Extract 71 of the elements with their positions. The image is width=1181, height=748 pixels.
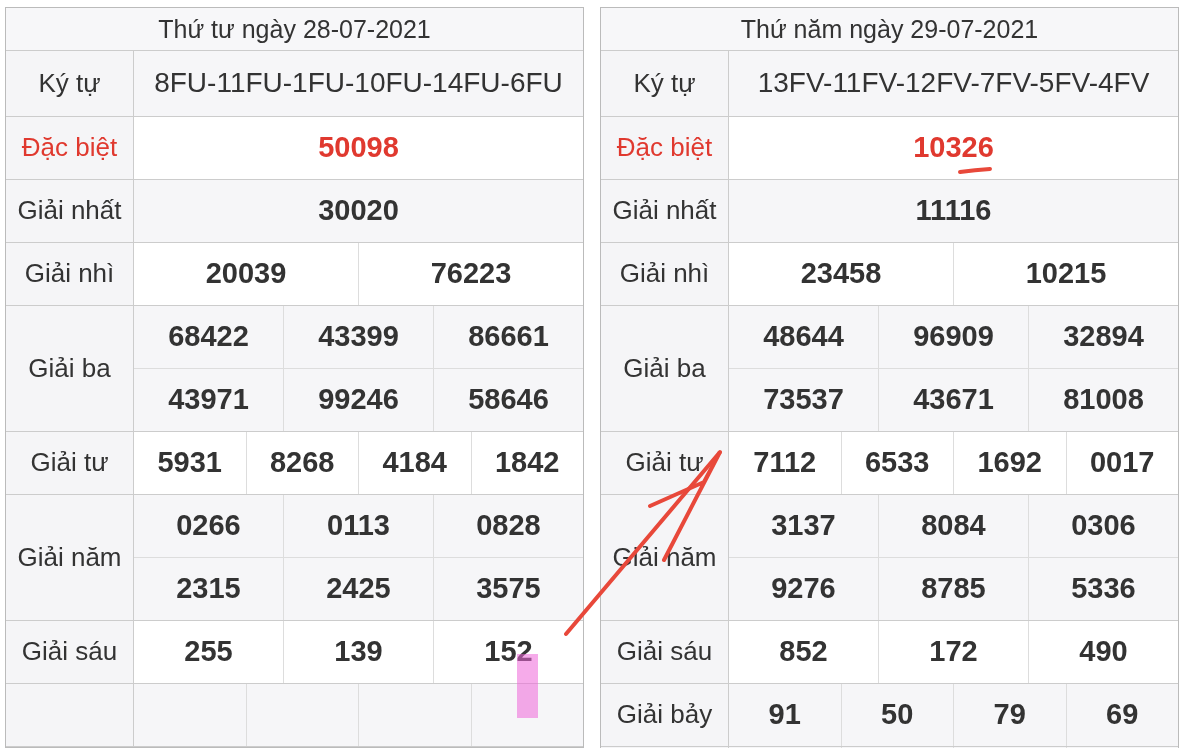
prize-number: 2425 bbox=[326, 574, 391, 604]
prize-number: 3137 bbox=[771, 511, 836, 541]
prize-number: 8268 bbox=[270, 448, 335, 478]
prize-number: 68422 bbox=[168, 322, 249, 352]
prize-label: Giải nhất bbox=[17, 195, 122, 227]
prize-number: 23458 bbox=[800, 259, 882, 289]
prize-label: Đặc biệt bbox=[21, 132, 118, 164]
prize-number: 79 bbox=[993, 700, 1026, 730]
prize-number: 1842 bbox=[495, 448, 560, 478]
prize-label: Giải ba bbox=[28, 352, 111, 384]
prize-number: 7112 bbox=[753, 448, 817, 478]
prize-number: 48644 bbox=[763, 322, 844, 352]
prize-number: 1692 bbox=[977, 448, 1042, 478]
date-header: Thứ năm ngày 29-07-2021 bbox=[601, 8, 1178, 51]
prize-number: 255 bbox=[184, 637, 233, 667]
prize-number: 32894 bbox=[1063, 322, 1144, 352]
prize-number: 91 bbox=[768, 700, 801, 730]
prize-number: 96909 bbox=[913, 322, 994, 352]
prize-label: Giải bảy bbox=[616, 699, 713, 731]
prize-number: 9276 bbox=[771, 574, 836, 604]
prize-number: 58646 bbox=[468, 385, 549, 415]
prize-number: 20039 bbox=[205, 259, 287, 289]
prize-label: Giải sáu bbox=[616, 636, 713, 668]
prize-number: 152 bbox=[484, 637, 533, 667]
prize-label: Giải năm bbox=[17, 541, 122, 573]
prize-number: 0017 bbox=[1090, 448, 1155, 478]
prize-number: 10215 bbox=[1025, 259, 1107, 289]
prize-number: 852 bbox=[779, 637, 828, 667]
prize-number: 50098 bbox=[318, 133, 399, 163]
prize-number: 81008 bbox=[1063, 385, 1144, 415]
prize-number: 43971 bbox=[168, 385, 249, 415]
underline-mark bbox=[958, 167, 992, 174]
prize-number: 8084 bbox=[921, 511, 986, 541]
prize-number: 69 bbox=[1106, 700, 1139, 730]
prize-number: 5336 bbox=[1071, 574, 1136, 604]
date-header: Thứ tư ngày 28-07-2021 bbox=[6, 8, 583, 51]
prize-number: 76223 bbox=[430, 259, 512, 289]
prize-number: 30020 bbox=[318, 196, 399, 226]
series-code: 8FU-11FU-1FU-10FU-14FU-6FU bbox=[154, 66, 563, 100]
prize-label: Giải ba bbox=[623, 352, 706, 384]
prize-label: Giải nhì bbox=[24, 258, 115, 290]
prize-number: 73537 bbox=[763, 385, 844, 415]
prize-number: 0266 bbox=[176, 511, 241, 541]
prize-number: 50 bbox=[881, 700, 914, 730]
prize-label: Ký tự bbox=[633, 67, 696, 99]
prize-number: 172 bbox=[929, 637, 978, 667]
prize-number: 2315 bbox=[176, 574, 241, 604]
prize-number: 43399 bbox=[318, 322, 399, 352]
prize-number: 8785 bbox=[921, 574, 986, 604]
prize-number: 99246 bbox=[318, 385, 399, 415]
prize-number: 5931 bbox=[157, 448, 222, 478]
prize-label: Đặc biệt bbox=[616, 132, 713, 164]
prize-number: 43671 bbox=[913, 385, 994, 415]
prize-label: Giải sáu bbox=[21, 636, 118, 668]
prize-number: 0828 bbox=[476, 511, 541, 541]
prize-number: 3575 bbox=[476, 574, 541, 604]
prize-number: 11116 bbox=[915, 196, 992, 226]
prize-label: Ký tự bbox=[38, 67, 101, 99]
prize-number: 490 bbox=[1079, 637, 1128, 667]
series-code: 13FV-11FV-12FV-7FV-5FV-4FV bbox=[757, 66, 1150, 100]
prize-number: 6533 bbox=[865, 448, 930, 478]
prize-label: Giải nhì bbox=[619, 258, 710, 290]
prize-number: 0113 bbox=[327, 511, 390, 541]
prize-number: 86661 bbox=[468, 322, 549, 352]
prize-number: 4184 bbox=[382, 448, 447, 478]
prize-number: 10326 bbox=[913, 133, 994, 163]
prize-label: Giải nhất bbox=[612, 195, 717, 227]
prize-label: Giải tư bbox=[625, 447, 704, 479]
prize-label: Giải tư bbox=[30, 447, 109, 479]
prize-number: 139 bbox=[334, 637, 383, 667]
prize-number: 0306 bbox=[1071, 511, 1136, 541]
